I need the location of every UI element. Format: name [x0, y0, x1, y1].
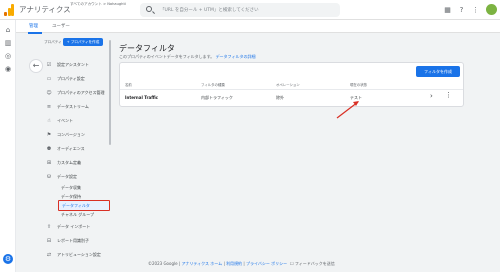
nav-item-label: カスタム定義: [57, 160, 81, 165]
send-feedback-link[interactable]: ☐ フィードバックを送信: [290, 261, 335, 267]
left-rail: ⌂ ▥ ◎ ◉: [0, 20, 16, 272]
nav-sub-item-data-filters[interactable]: データフィルタ: [58, 200, 110, 211]
nav-sub-item-data-collection[interactable]: データ収集: [61, 185, 81, 191]
nav-item-custom-definitions[interactable]: ⊞ カスタム定義: [46, 158, 108, 170]
analytics-logo-icon[interactable]: [4, 4, 14, 16]
nav-item-setup-assistant[interactable]: ☑ 設定アシスタント: [46, 60, 108, 72]
analytics-home-link[interactable]: アナリティクス ホーム: [181, 261, 222, 266]
column-header-operation[interactable]: オペレーション: [276, 82, 300, 87]
copyright-text: ©2023 Google: [148, 261, 178, 266]
nav-sub-item-channel-groups[interactable]: チャネル グループ: [61, 212, 94, 218]
account-path: すべてのアカウント > Nahaughti: [70, 2, 126, 6]
nav-item-label: コンバージョン: [57, 132, 85, 137]
row-filter-type: 内部トラフィック: [201, 95, 233, 100]
annotation-arrow-icon: [336, 101, 359, 119]
help-icon[interactable]: ?: [457, 5, 466, 14]
nav-item-label: アトリビューション設定: [57, 252, 101, 257]
terms-link[interactable]: 利用規約: [226, 261, 242, 266]
nav-item-data-settings[interactable]: ⛁ データ設定: [46, 172, 108, 184]
nav-item-label: プロパティ設定: [57, 76, 85, 81]
upload-icon: ⇪: [46, 224, 52, 230]
nav-item-data-import[interactable]: ⇪ データ インポート: [46, 222, 108, 234]
nav-item-conversions[interactable]: ⚑ コンバージョン: [46, 130, 108, 142]
nav-item-events[interactable]: ☝ イベント: [46, 116, 108, 128]
nav-item-label: イベント: [57, 118, 73, 123]
nav-item-label: データ設定: [57, 174, 77, 179]
nav-item-reporting-identity[interactable]: ⊟ レポート用識別子: [46, 236, 108, 248]
custom-icon: ⊞: [46, 160, 52, 166]
account-selector[interactable]: すべてのアカウント > Nahaughti: [70, 2, 126, 7]
more-vert-icon[interactable]: ⋮: [445, 92, 452, 99]
chevron-right-icon[interactable]: ›: [430, 92, 433, 100]
admin-tab-bar: 管理 ユーザー: [16, 20, 500, 33]
nav-item-audiences[interactable]: ⚉ オーディエンス: [46, 144, 108, 156]
tab-admin[interactable]: 管理: [29, 23, 38, 29]
search-bar[interactable]: 「URL を自分ール + UTM」と検索してください: [140, 3, 340, 17]
nav-sub-item-label: データフィルタ: [62, 203, 90, 208]
feedback-icon: ☐: [290, 261, 294, 266]
nav-item-label: オーディエンス: [57, 146, 85, 151]
avatar[interactable]: [486, 4, 497, 15]
apps-grid-icon[interactable]: ▦: [443, 5, 452, 14]
nav-item-attribution-settings[interactable]: ⇄ アトリビューション設定: [46, 250, 108, 262]
nav-item-property-settings[interactable]: ▭ プロパティ設定: [46, 74, 108, 86]
search-icon: [146, 6, 152, 12]
column-header-state[interactable]: 現在の状態: [350, 82, 367, 87]
feedback-label: フィードバックを送信: [294, 261, 335, 266]
people-icon: ☺: [46, 90, 52, 96]
row-operation: 除外: [276, 95, 284, 100]
column-header-name[interactable]: 名前: [125, 82, 132, 87]
property-label: プロパティ: [44, 40, 62, 44]
back-arrow-icon[interactable]: ←: [29, 59, 43, 73]
reports-icon[interactable]: ▥: [4, 39, 12, 47]
streams-icon: ≡: [46, 104, 52, 110]
footer: ©2023 Google | アナリティクス ホーム | 利用規約 | プライバ…: [148, 261, 288, 266]
more-vert-icon[interactable]: ⋮: [471, 5, 480, 14]
privacy-link[interactable]: プライバシー ポリシー: [246, 261, 287, 266]
explore-icon[interactable]: ◎: [4, 52, 12, 60]
nav-item-property-access[interactable]: ☺ プロパティのアクセス管理: [46, 88, 108, 100]
nav-item-label: 設定アシスタント: [57, 62, 89, 67]
active-tab-indicator: [28, 32, 42, 34]
app-title: アナリティクス: [19, 5, 71, 14]
home-icon[interactable]: ⌂: [4, 26, 12, 34]
description-text: このプロパティのイベントデータをフィルタします。: [119, 54, 215, 59]
nav-scrollbar[interactable]: [109, 40, 111, 145]
page-title: データフィルタ: [119, 44, 175, 53]
advertising-icon[interactable]: ◉: [4, 65, 12, 73]
admin-gear-icon[interactable]: ⚙: [3, 254, 13, 264]
checklist-icon: ☑: [46, 62, 52, 68]
tab-users[interactable]: ユーザー: [52, 23, 70, 29]
property-icon: ▭: [46, 76, 52, 82]
nav-item-label: プロパティのアクセス管理: [57, 90, 105, 95]
nav-item-label: データストリーム: [57, 104, 89, 109]
flag-icon: ⚑: [46, 132, 52, 138]
id-icon: ⊟: [46, 238, 52, 244]
create-filter-button[interactable]: フィルタを作成: [416, 66, 460, 77]
row-filter-name: Internal Traffic: [125, 95, 159, 100]
create-property-button[interactable]: + プロパティを作成: [63, 38, 103, 46]
page-description: このプロパティのイベントデータをフィルタします。 データフィルタの詳細: [119, 54, 255, 60]
nav-item-label: データ インポート: [57, 224, 91, 229]
top-bar: アナリティクス すべてのアカウント > Nahaughti 「URL を自分ール…: [0, 0, 500, 20]
nav-item-label: レポート用識別子: [57, 238, 89, 243]
column-header-filter-type[interactable]: フィルタの種類: [201, 82, 225, 87]
nav-item-data-streams[interactable]: ≡ データストリーム: [46, 102, 108, 114]
database-icon: ⛁: [46, 174, 52, 180]
event-icon: ☝: [47, 118, 51, 124]
search-placeholder: 「URL を自分ール + UTM」と検索してください: [160, 8, 259, 13]
learn-more-link[interactable]: データフィルタの詳細: [216, 54, 256, 59]
audience-icon: ⚉: [46, 146, 52, 152]
table-divider: [120, 89, 463, 90]
attribution-icon: ⇄: [46, 252, 52, 258]
